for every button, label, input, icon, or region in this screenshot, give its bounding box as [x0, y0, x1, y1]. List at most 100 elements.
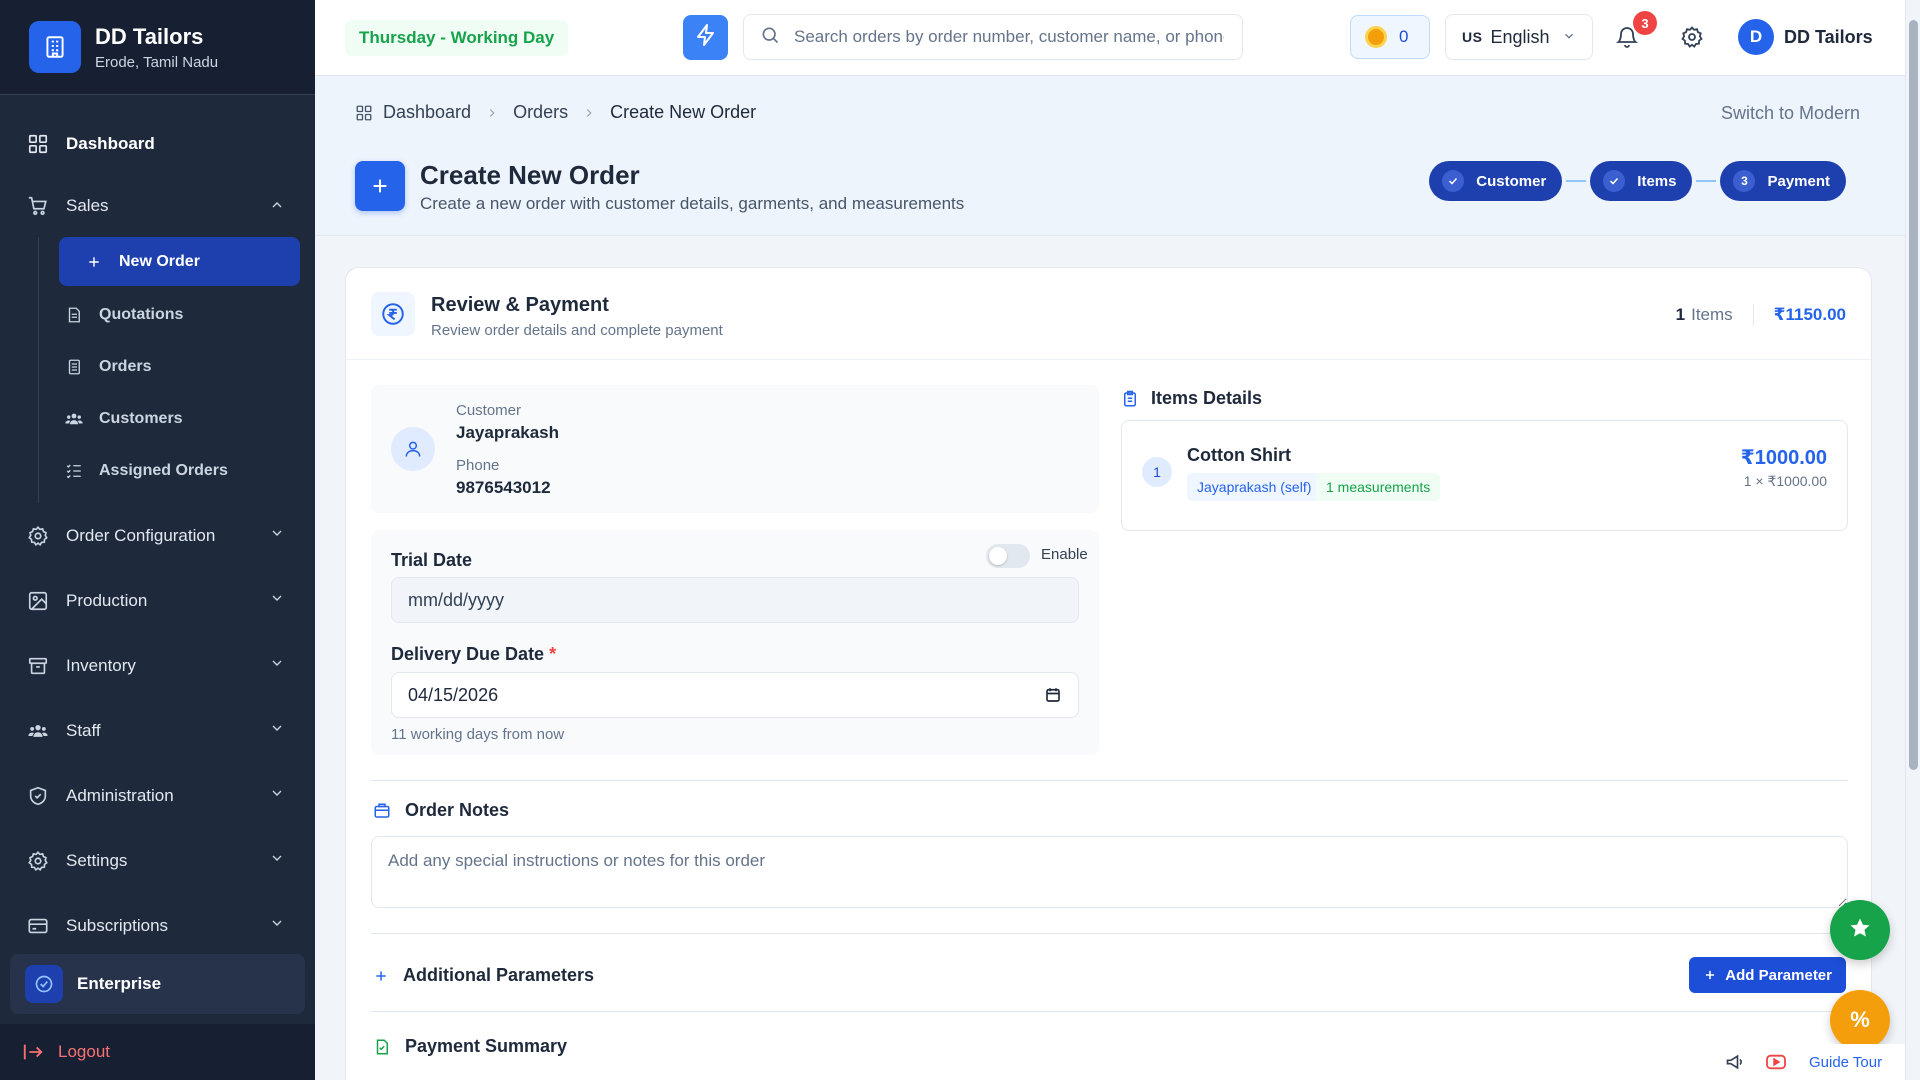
lightning-icon	[694, 23, 718, 52]
coin-count: 0	[1399, 27, 1409, 46]
guide-tour-link[interactable]: Guide Tour	[1809, 1054, 1882, 1071]
order-notes-input[interactable]	[371, 836, 1848, 908]
sidebar-item-assigned-orders[interactable]: Assigned Orders	[39, 445, 315, 497]
sidebar-item-dashboard[interactable]: Dashboard	[0, 113, 315, 175]
users-icon	[65, 410, 83, 428]
trial-date-toggle[interactable]	[986, 544, 1030, 568]
chevron-down-icon	[269, 655, 285, 676]
list-item[interactable]: 1 Cotton Shirt Jayaprakash (self) 1 meas…	[1121, 420, 1848, 531]
user-icon	[391, 427, 435, 471]
breadcrumb: Dashboard Orders Create New Order	[355, 102, 756, 123]
additional-parameters-label: Additional Parameters	[403, 965, 595, 985]
users-icon	[26, 719, 50, 743]
phone-label: Phone	[456, 457, 500, 474]
chevron-down-icon	[269, 525, 285, 546]
trial-date-placeholder: mm/dd/yyyy	[408, 589, 505, 610]
chevron-down-icon	[269, 590, 285, 611]
sidebar-item-inventory[interactable]: Inventory	[0, 633, 315, 698]
sidebar-item-label: New Order	[119, 252, 200, 270]
add-parameter-button[interactable]: Add Parameter	[1689, 957, 1846, 993]
additional-parameters-title: Additional Parameters	[373, 965, 594, 986]
toggle-knob	[989, 547, 1007, 565]
help-toolbar: Guide Tour	[1705, 1044, 1905, 1080]
sidebar-item-settings[interactable]: Settings	[0, 828, 315, 893]
sidebar-item-production[interactable]: Production	[0, 568, 315, 633]
calendar-icon[interactable]	[1044, 686, 1062, 709]
coin-balance[interactable]: 0	[1350, 15, 1430, 59]
sidebar-item-quotations[interactable]: Quotations	[39, 289, 315, 341]
clipboard-icon	[1121, 390, 1139, 408]
sidebar-item-label: Assigned Orders	[99, 462, 228, 479]
top-bar: Thursday - Working Day 0 US English 3 D …	[315, 0, 1905, 76]
chevron-down-icon	[269, 720, 285, 741]
sidebar-item-customers[interactable]: Customers	[39, 393, 315, 445]
megaphone-icon[interactable]	[1725, 1052, 1745, 1072]
delivery-date-label-text: Delivery Due Date	[391, 644, 545, 664]
shield-icon	[26, 784, 50, 808]
credit-card-icon	[26, 914, 50, 938]
card-header: Review & Payment Review order details an…	[346, 268, 1871, 360]
page-scrollbar[interactable]	[1905, 0, 1920, 1080]
chevron-down-icon	[269, 915, 285, 936]
sidebar-item-order-configuration[interactable]: Order Configuration	[0, 503, 315, 568]
settings-button[interactable]	[1680, 25, 1704, 54]
divider	[371, 1011, 1848, 1012]
divider	[371, 780, 1848, 781]
sidebar-item-orders[interactable]: Orders	[39, 341, 315, 393]
working-day-badge: Thursday - Working Day	[345, 20, 569, 56]
sidebar-item-subscriptions[interactable]: Subscriptions	[0, 893, 315, 958]
dates-section: Trial Date Enable mm/dd/yyyy Delivery Du…	[371, 530, 1099, 755]
language-select[interactable]: US English	[1445, 14, 1593, 60]
items-details-title: Items Details	[1121, 388, 1262, 409]
plus-icon	[373, 968, 389, 984]
receipt-icon	[373, 1038, 391, 1056]
delivery-date-label: Delivery Due Date *	[391, 644, 556, 665]
search-input[interactable]	[794, 27, 1224, 47]
bell-icon	[1615, 27, 1639, 54]
sidebar-item-staff[interactable]: Staff	[0, 698, 315, 763]
order-summary-inline: 1 Items ₹1150.00	[1676, 304, 1846, 326]
customer-info: Customer Jayaprakash Phone 9876543012	[371, 385, 1099, 513]
favorite-fab[interactable]	[1830, 900, 1890, 960]
customer-label: Customer	[456, 402, 522, 419]
brand-title: DD Tailors	[95, 23, 204, 49]
plan-badge[interactable]: Enterprise	[10, 954, 305, 1014]
language-label: English	[1490, 26, 1550, 47]
step-payment[interactable]: 3 Payment	[1720, 161, 1846, 201]
notes-icon	[373, 802, 391, 820]
trial-date-input[interactable]: mm/dd/yyyy	[391, 577, 1079, 623]
user-menu[interactable]: D DD Tailors	[1738, 19, 1873, 55]
delivery-date-hint: 11 working days from now	[391, 726, 565, 743]
step-customer[interactable]: Customer	[1429, 161, 1563, 201]
logout-button[interactable]: Logout	[0, 1024, 315, 1080]
switch-modern-link[interactable]: Switch to Modern	[1721, 103, 1860, 124]
scrollbar-thumb[interactable]	[1909, 20, 1918, 770]
step-items[interactable]: Items	[1590, 161, 1693, 201]
chevron-down-icon	[269, 850, 285, 871]
breadcrumb-dashboard[interactable]: Dashboard	[383, 102, 471, 123]
sidebar-item-sales[interactable]: Sales	[0, 175, 315, 237]
star-icon	[1848, 916, 1872, 945]
sidebar-item-label: Dashboard	[66, 134, 155, 153]
sidebar-item-new-order[interactable]: New Order	[59, 237, 300, 286]
search-box[interactable]	[743, 14, 1243, 60]
logout-label: Logout	[58, 1042, 110, 1061]
quick-action-button[interactable]	[683, 15, 728, 60]
payment-summary-label: Payment Summary	[405, 1036, 568, 1056]
search-icon	[760, 25, 780, 50]
list-document-icon	[65, 358, 83, 376]
youtube-icon[interactable]	[1765, 1053, 1787, 1071]
step-connector	[1696, 180, 1717, 182]
sidebar: DD Tailors Erode, Tamil Nadu Dashboard S…	[0, 0, 315, 1080]
discount-fab[interactable]: %	[1830, 990, 1890, 1050]
sidebar-item-label: Inventory	[66, 655, 136, 675]
items-details-label: Items Details	[1151, 388, 1263, 408]
order-notes-label: Order Notes	[405, 800, 510, 820]
breadcrumb-orders[interactable]: Orders	[513, 102, 568, 123]
user-name: DD Tailors	[1784, 26, 1873, 47]
gear-icon	[26, 849, 50, 873]
divider	[371, 933, 1848, 934]
sidebar-item-label: Production	[66, 590, 148, 610]
sidebar-item-administration[interactable]: Administration	[0, 763, 315, 828]
delivery-date-input[interactable]: 04/15/2026	[391, 672, 1079, 718]
